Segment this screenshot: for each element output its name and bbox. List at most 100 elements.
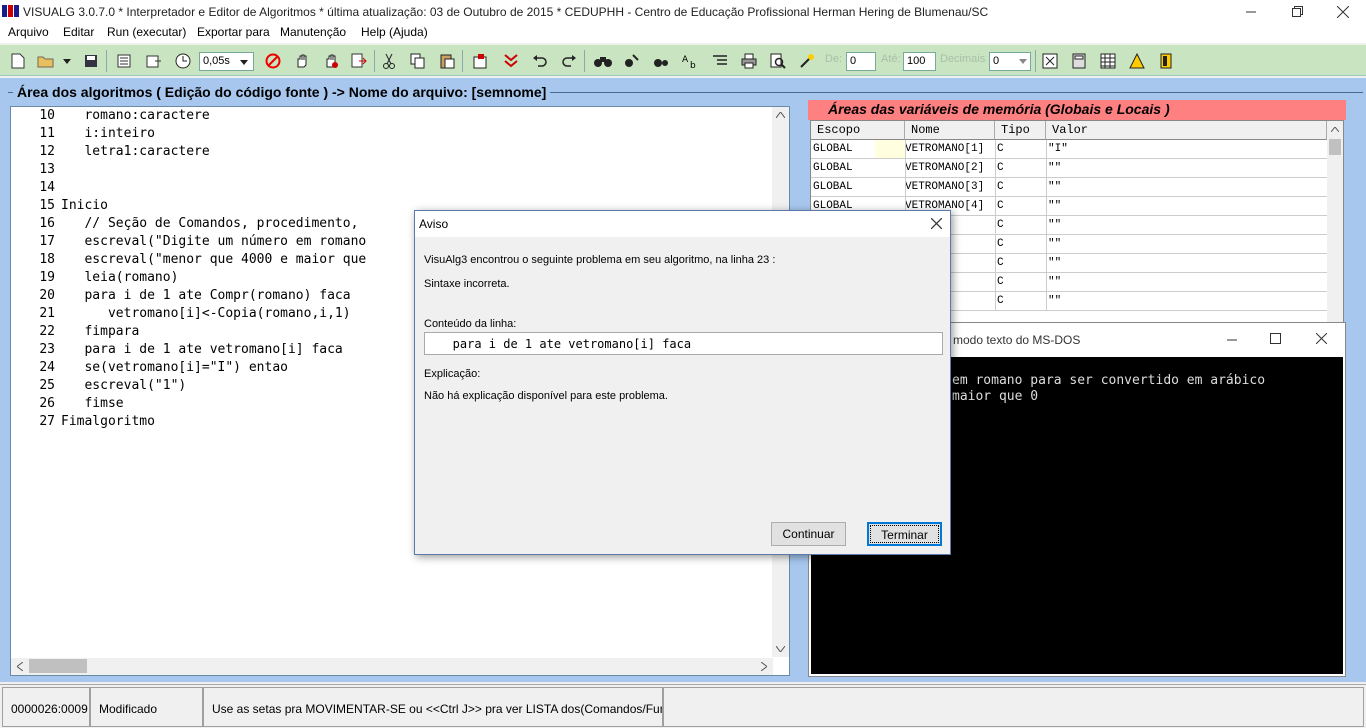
find-next-button[interactable] [650, 50, 672, 72]
horizontal-scroll-thumb[interactable] [29, 659, 87, 673]
exit-button[interactable] [1155, 50, 1177, 72]
fold-button[interactable] [500, 50, 522, 72]
format-button[interactable] [709, 50, 731, 72]
line-number: 21 [39, 306, 55, 321]
run-button[interactable] [348, 50, 370, 72]
tools-button[interactable] [1039, 50, 1061, 72]
run-step-button[interactable] [143, 50, 165, 72]
variables-scrollbar[interactable] [1327, 121, 1343, 329]
code-line[interactable]: 11 i:inteiro [11, 126, 771, 144]
variable-escopo: GLOBAL [813, 181, 853, 193]
ate-label: Até: [881, 53, 901, 65]
minimize-button[interactable] [1228, 0, 1274, 23]
line-number: 25 [39, 378, 55, 393]
variable-tipo: C [997, 143, 1004, 155]
chevron-down-icon [776, 646, 785, 652]
print-button[interactable] [738, 50, 760, 72]
variable-nome: VETROMANO[2] [905, 162, 985, 174]
close-icon[interactable] [1316, 333, 1327, 344]
undo-button[interactable] [529, 50, 551, 72]
variable-valor: "" [1048, 295, 1062, 307]
restore-button[interactable] [1274, 0, 1320, 23]
ate-input[interactable]: 100 [903, 52, 936, 71]
code-line[interactable]: 12 letra1:caractere [11, 144, 771, 162]
content-line-field[interactable]: para i de 1 ate vetromano[i] faca [424, 332, 943, 355]
clock-icon [175, 53, 191, 69]
line-code: Inicio [61, 198, 108, 213]
variable-row[interactable]: GLOBAL VETROMANO[3] C "" [811, 178, 1327, 197]
grid-icon [1100, 53, 1116, 69]
copy-button[interactable] [407, 50, 429, 72]
maximize-icon[interactable] [1270, 333, 1281, 344]
menu-manutencao[interactable]: Manutenção [280, 25, 346, 39]
breakpoint-button[interactable] [320, 50, 342, 72]
editor-horizontal-scrollbar[interactable] [11, 658, 773, 675]
timer-button[interactable] [172, 50, 194, 72]
explanation-label: Explicação: [424, 368, 481, 380]
redo-button[interactable] [558, 50, 580, 72]
line-code: leia(romano) [61, 270, 179, 285]
menu-run[interactable]: Run (executar) [107, 25, 186, 39]
paste-button[interactable] [436, 50, 458, 72]
de-input[interactable]: 0 [846, 52, 876, 71]
variable-row[interactable]: GLOBAL VETROMANO[2] C "" [811, 159, 1327, 178]
binoculars-icon [594, 57, 612, 67]
variable-valor: "" [1048, 276, 1062, 288]
code-line[interactable]: 13 [11, 162, 771, 180]
variable-tipo: C [997, 162, 1004, 174]
title-bar: VISUALG 3.0.7.0 * Interpretador e Editor… [0, 0, 1366, 23]
user-button[interactable] [1126, 50, 1148, 72]
dialog-message: VisuAlg3 encontrou o seguinte problema e… [424, 254, 776, 266]
warning-dialog: Aviso VisuAlg3 encontrou o seguinte prob… [414, 210, 951, 555]
replace-button[interactable] [621, 50, 643, 72]
document-arrow-icon [146, 55, 161, 68]
col-valor[interactable]: Valor [1046, 121, 1327, 140]
magic-button[interactable] [796, 50, 818, 72]
code-line[interactable]: 14 [11, 180, 771, 198]
decimais-select[interactable]: 0 [989, 52, 1031, 71]
code-line[interactable]: 10 romano:caractere [11, 108, 771, 126]
variable-row[interactable]: GLOBAL VETROMANO[1] C "I" [811, 140, 1327, 159]
menu-arquivo[interactable]: Arquivo [8, 25, 49, 39]
speed-dropdown[interactable] [235, 54, 253, 71]
lowercase-button[interactable]: Ab [680, 50, 702, 72]
close-icon[interactable] [931, 218, 942, 229]
terminate-button[interactable]: Terminar [867, 522, 942, 546]
menu-exportar[interactable]: Exportar para [197, 25, 270, 39]
menu-help[interactable]: Help (Ajuda) [361, 25, 428, 39]
table-button[interactable] [1097, 50, 1119, 72]
variables-scroll-thumb[interactable] [1329, 139, 1341, 155]
variable-tipo: C [997, 181, 1004, 193]
line-number: 19 [39, 270, 55, 285]
col-tipo[interactable]: Tipo [995, 121, 1046, 140]
menu-editar[interactable]: Editar [63, 25, 94, 39]
col-escopo[interactable]: Escopo [811, 121, 905, 140]
col-nome[interactable]: Nome [905, 121, 995, 140]
window-title: VISUALG 3.0.7.0 * Interpretador e Editor… [23, 5, 989, 19]
cut-button[interactable] [378, 50, 400, 72]
status-hint: Use as setas pra MOVIMENTAR-SE ou <<Ctrl… [203, 687, 663, 727]
open-recent-dropdown[interactable] [60, 50, 74, 72]
line-code: i:inteiro [61, 126, 155, 141]
open-file-button[interactable] [35, 50, 57, 72]
dialog-error: Sintaxe incorreta. [424, 278, 510, 290]
document-export-icon [473, 54, 487, 69]
line-number: 10 [39, 108, 55, 123]
export-button[interactable] [470, 50, 492, 72]
indent-button[interactable] [113, 50, 135, 72]
tools-icon [1042, 53, 1058, 69]
minimize-icon[interactable] [1227, 335, 1237, 345]
de-label: De: [825, 53, 843, 65]
variable-tipo: C [997, 276, 1004, 288]
calculator-button[interactable] [1068, 50, 1090, 72]
new-file-button[interactable] [7, 50, 29, 72]
close-button[interactable] [1320, 0, 1366, 23]
hand-button[interactable] [291, 50, 313, 72]
paste-icon [440, 54, 455, 69]
find-button[interactable] [592, 50, 614, 72]
preview-button[interactable] [767, 50, 789, 72]
stop-button[interactable] [262, 50, 284, 72]
save-button[interactable] [80, 50, 102, 72]
continue-button[interactable]: Continuar [771, 522, 846, 546]
status-empty-panel [663, 687, 1364, 727]
